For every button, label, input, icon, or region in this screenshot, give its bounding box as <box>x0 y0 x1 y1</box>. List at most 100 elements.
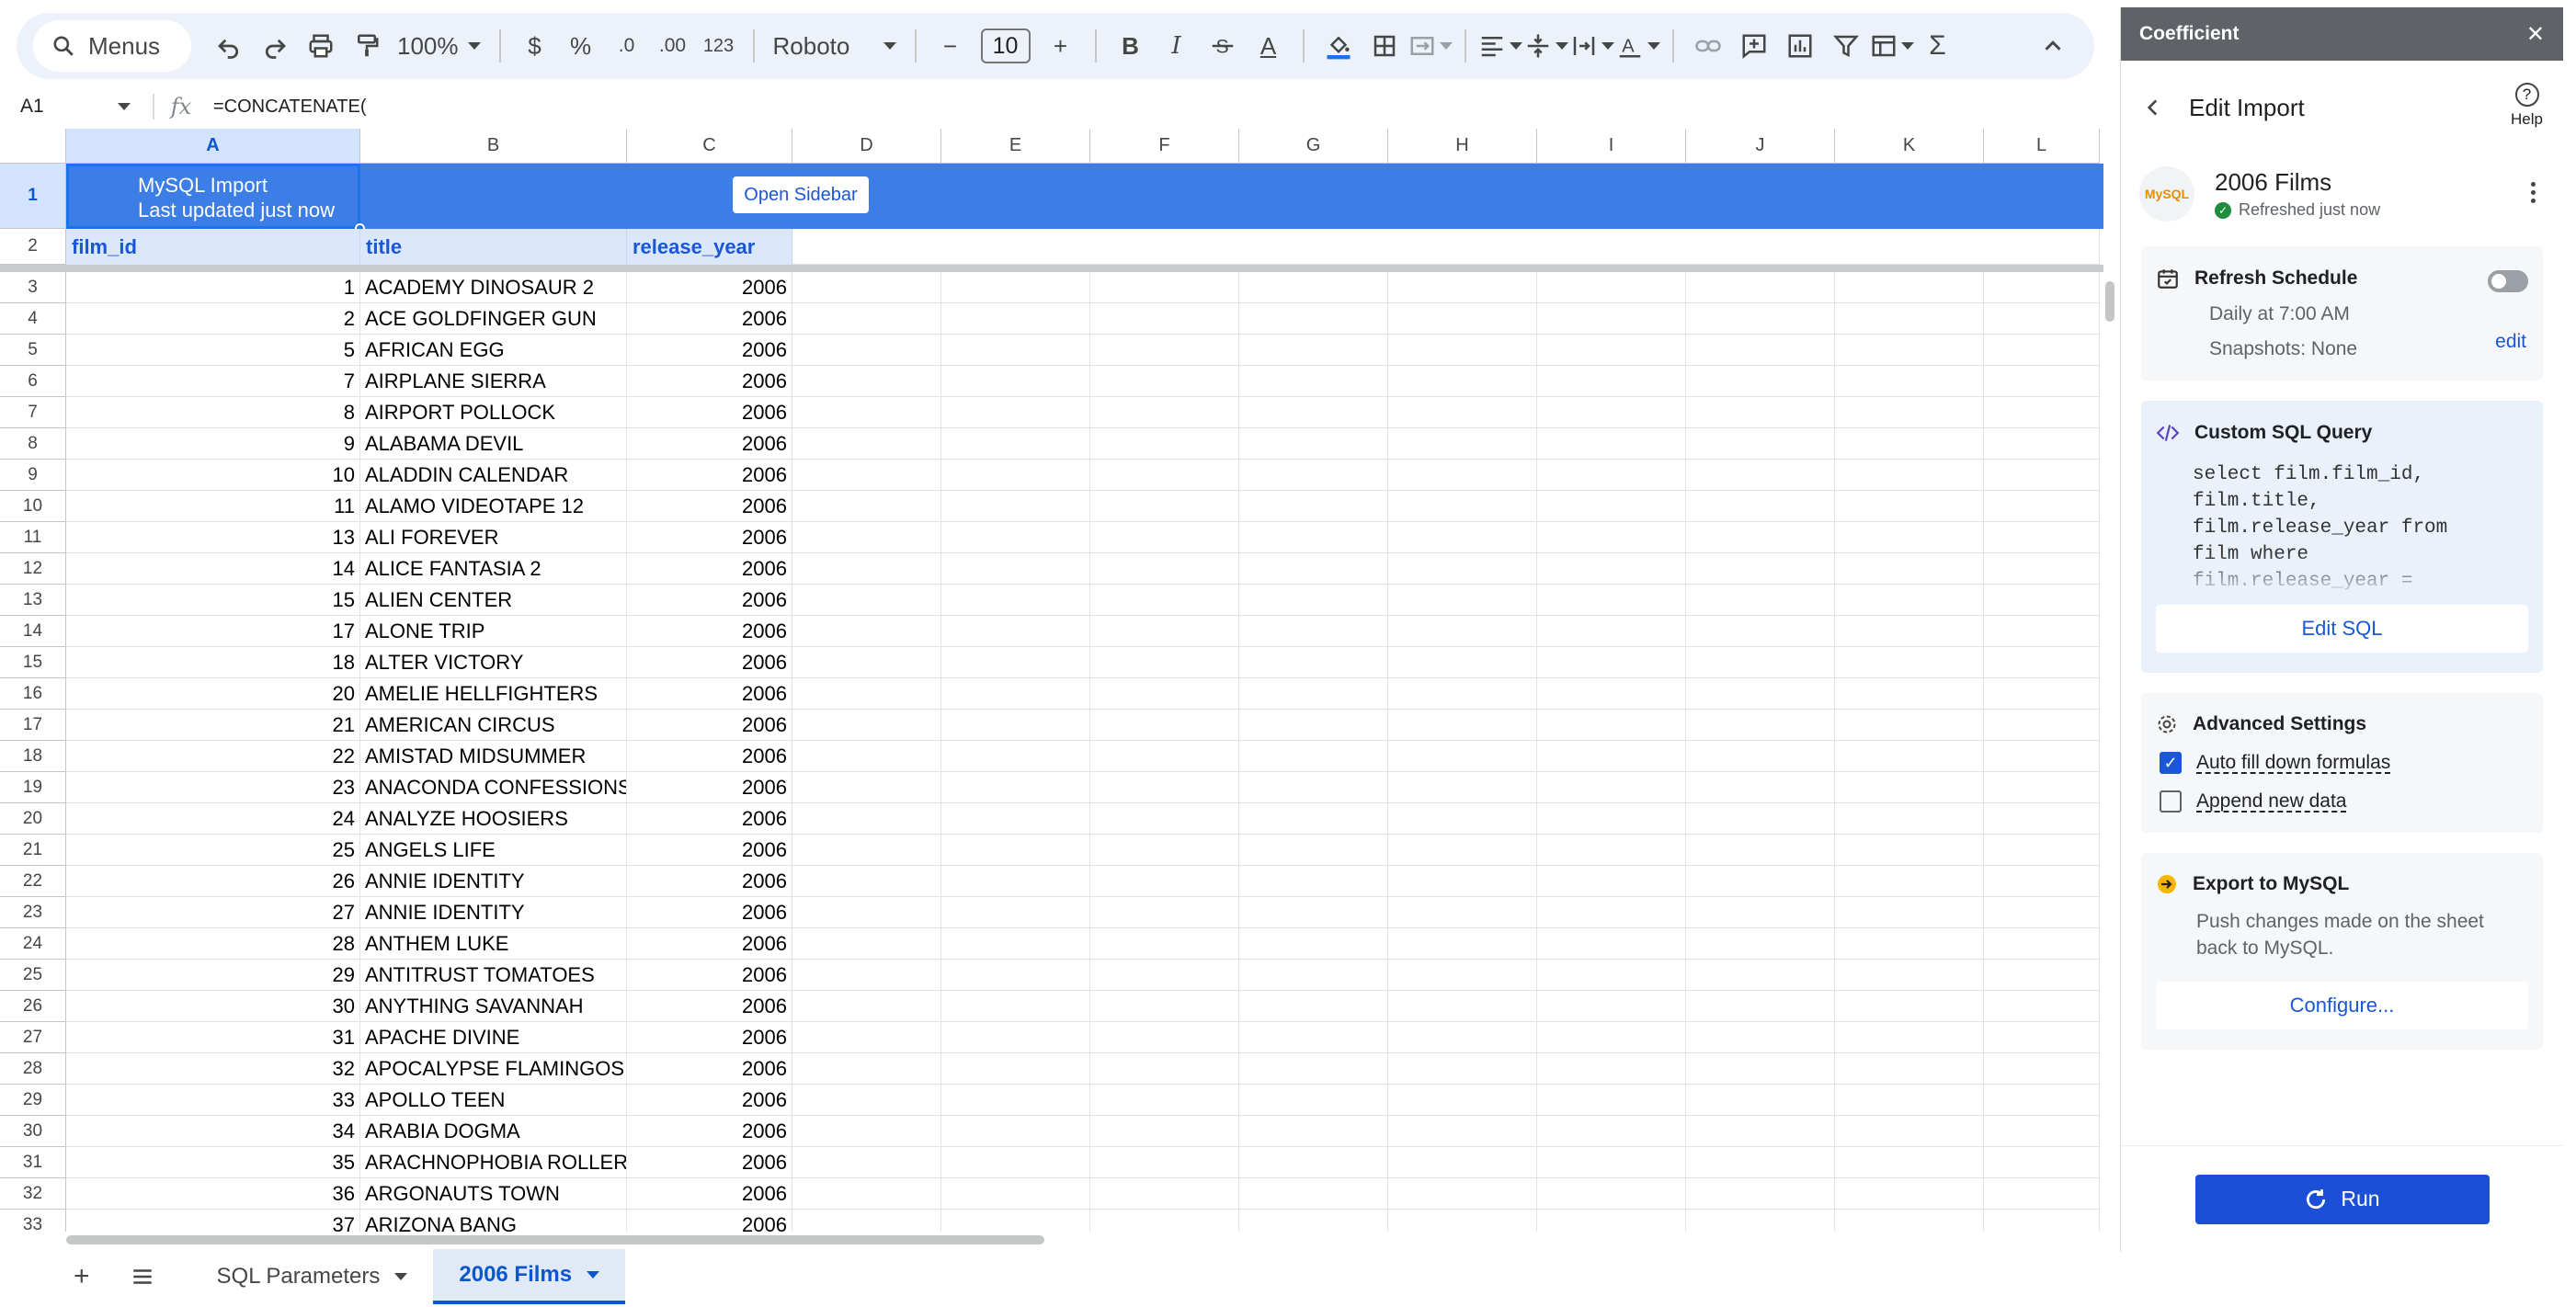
empty-cell[interactable] <box>792 710 941 741</box>
empty-cell[interactable] <box>1239 897 1388 928</box>
text-color-button[interactable]: A <box>1246 20 1292 72</box>
table-cell[interactable]: 2006 <box>627 553 792 585</box>
edit-schedule-link[interactable]: edit <box>2495 331 2526 353</box>
empty-cell[interactable] <box>1984 585 2100 616</box>
italic-button[interactable]: I <box>1154 20 1200 72</box>
empty-cell[interactable] <box>792 647 941 678</box>
table-cell[interactable]: 9 <box>66 428 360 460</box>
empty-cell[interactable] <box>1984 710 2100 741</box>
empty-cell[interactable] <box>1984 960 2100 991</box>
empty-cell[interactable] <box>1388 678 1537 710</box>
empty-cell[interactable] <box>1090 1022 1239 1053</box>
empty-cell[interactable] <box>1537 460 1686 491</box>
table-cell[interactable]: 2006 <box>627 272 792 303</box>
table-cell[interactable]: 22 <box>66 741 360 772</box>
empty-cell[interactable] <box>1686 1085 1835 1116</box>
empty-cell[interactable] <box>792 835 941 866</box>
empty-cell[interactable] <box>1686 928 1835 960</box>
row-header[interactable]: 19 <box>0 772 66 803</box>
currency-button[interactable]: $ <box>512 20 558 72</box>
column-header-h[interactable]: H <box>1388 129 1537 164</box>
empty-cell[interactable] <box>1984 491 2100 522</box>
empty-cell[interactable] <box>792 1053 941 1085</box>
empty-cell[interactable] <box>1537 647 1686 678</box>
empty-cell[interactable] <box>1537 616 1686 647</box>
empty-cell[interactable] <box>1090 366 1239 397</box>
empty-cell[interactable] <box>1686 366 1835 397</box>
empty-cell[interactable] <box>1686 741 1835 772</box>
empty-cell[interactable] <box>792 1147 941 1178</box>
table-cell[interactable]: ANACONDA CONFESSIONS <box>360 772 627 803</box>
table-cell[interactable]: 2006 <box>627 960 792 991</box>
table-cell[interactable]: ALAMO VIDEOTAPE 12 <box>360 491 627 522</box>
empty-cell[interactable] <box>941 553 1090 585</box>
insert-chart-button[interactable] <box>1777 20 1823 72</box>
empty-cell[interactable] <box>1388 1178 1537 1210</box>
empty-cell[interactable] <box>1835 1210 1984 1232</box>
empty-cell[interactable] <box>1984 1053 2100 1085</box>
open-sidebar-button[interactable]: Open Sidebar <box>733 176 869 213</box>
row-header[interactable]: 29 <box>0 1085 66 1116</box>
empty-cell[interactable] <box>792 741 941 772</box>
empty-cell[interactable] <box>1090 710 1239 741</box>
table-cell[interactable]: 2006 <box>627 710 792 741</box>
table-cell[interactable]: 2006 <box>627 1210 792 1232</box>
menus-search[interactable]: Menus <box>33 20 191 72</box>
table-cell[interactable]: 2006 <box>627 491 792 522</box>
row-header[interactable]: 17 <box>0 710 66 741</box>
empty-cell[interactable] <box>1239 303 1388 335</box>
row-header[interactable]: 5 <box>0 335 66 366</box>
empty-cell[interactable] <box>941 835 1090 866</box>
empty-cell[interactable] <box>1388 522 1537 553</box>
table-cell[interactable]: 18 <box>66 647 360 678</box>
empty-cell[interactable] <box>1239 491 1388 522</box>
table-cell[interactable]: 11 <box>66 491 360 522</box>
table-cell[interactable]: 10 <box>66 460 360 491</box>
empty-cell[interactable] <box>1388 960 1537 991</box>
empty-cell[interactable] <box>941 491 1090 522</box>
font-size-input[interactable]: 10 <box>980 28 1031 63</box>
table-cell[interactable]: 2006 <box>627 585 792 616</box>
table-cell[interactable]: ALI FOREVER <box>360 522 627 553</box>
empty-cell[interactable] <box>792 897 941 928</box>
empty-cell[interactable] <box>1388 1210 1537 1232</box>
empty-cell[interactable] <box>1388 491 1537 522</box>
empty-cell[interactable] <box>1388 460 1537 491</box>
text-wrap-button[interactable] <box>1569 20 1615 72</box>
empty-cell[interactable] <box>1537 866 1686 897</box>
row-header[interactable]: 21 <box>0 835 66 866</box>
empty-cell[interactable] <box>1239 335 1388 366</box>
empty-cell[interactable] <box>1388 397 1537 428</box>
empty-cell[interactable] <box>1537 553 1686 585</box>
auto-fill-checkbox[interactable]: ✓ <box>2160 752 2182 774</box>
empty-cell[interactable] <box>1537 991 1686 1022</box>
table-cell[interactable]: 1 <box>66 272 360 303</box>
empty-cell[interactable] <box>1835 928 1984 960</box>
empty-cell[interactable] <box>1686 616 1835 647</box>
column-title-cell[interactable]: release_year <box>627 229 792 265</box>
table-cell[interactable]: AIRPLANE SIERRA <box>360 366 627 397</box>
table-cell[interactable]: 2006 <box>627 772 792 803</box>
empty-cell[interactable] <box>792 229 2100 265</box>
empty-cell[interactable] <box>1686 710 1835 741</box>
table-cell[interactable]: 26 <box>66 866 360 897</box>
empty-cell[interactable] <box>1388 803 1537 835</box>
empty-cell[interactable] <box>1686 960 1835 991</box>
table-cell[interactable]: ALIEN CENTER <box>360 585 627 616</box>
empty-cell[interactable] <box>1686 1116 1835 1147</box>
table-cell[interactable]: 2006 <box>627 991 792 1022</box>
empty-cell[interactable] <box>792 522 941 553</box>
table-cell[interactable]: ACADEMY DINOSAUR 2 <box>360 272 627 303</box>
empty-cell[interactable] <box>1537 1022 1686 1053</box>
empty-cell[interactable] <box>1090 928 1239 960</box>
empty-cell[interactable] <box>1835 741 1984 772</box>
empty-cell[interactable] <box>941 710 1090 741</box>
empty-cell[interactable] <box>1239 1022 1388 1053</box>
empty-cell[interactable] <box>1090 303 1239 335</box>
empty-cell[interactable] <box>1090 397 1239 428</box>
empty-cell[interactable] <box>1388 741 1537 772</box>
empty-cell[interactable] <box>1388 866 1537 897</box>
configure-button[interactable]: Configure... <box>2156 982 2528 1029</box>
empty-cell[interactable] <box>1388 772 1537 803</box>
empty-cell[interactable] <box>792 928 941 960</box>
